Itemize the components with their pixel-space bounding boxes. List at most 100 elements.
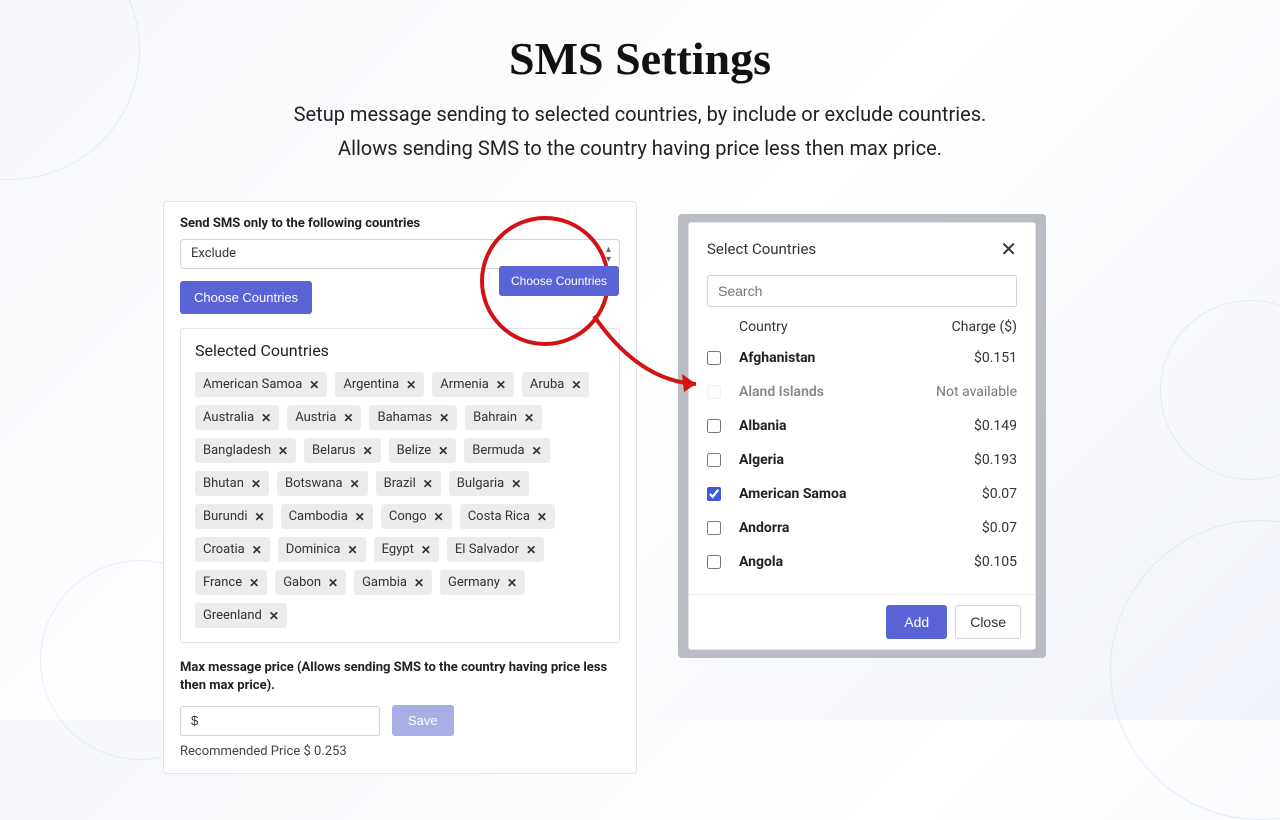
- remove-tag-icon[interactable]: ✕: [252, 543, 262, 557]
- country-checkbox[interactable]: [707, 521, 721, 535]
- country-tag: Egypt✕: [374, 537, 439, 562]
- country-checkbox[interactable]: [707, 453, 721, 467]
- country-name: Andorra: [739, 520, 982, 536]
- search-input[interactable]: [707, 275, 1017, 307]
- country-tag: Belize✕: [389, 438, 457, 463]
- country-tag: Gambia✕: [354, 570, 432, 595]
- country-tag: Bangladesh✕: [195, 438, 296, 463]
- country-tag: Aruba✕: [522, 372, 590, 397]
- add-button[interactable]: Add: [886, 605, 947, 639]
- country-row[interactable]: Algeria$0.193: [707, 443, 1017, 477]
- remove-tag-icon[interactable]: ✕: [571, 378, 581, 392]
- country-tag: Belarus✕: [304, 438, 381, 463]
- country-row[interactable]: Angola$0.105: [707, 545, 1017, 579]
- country-tag: Croatia✕: [195, 537, 270, 562]
- save-button[interactable]: Save: [392, 705, 454, 736]
- remove-tag-icon[interactable]: ✕: [278, 444, 288, 458]
- remove-tag-icon[interactable]: ✕: [526, 543, 536, 557]
- country-tag: Germany✕: [440, 570, 525, 595]
- remove-tag-icon[interactable]: ✕: [524, 411, 534, 425]
- remove-tag-icon[interactable]: ✕: [355, 510, 365, 524]
- selected-countries-tags: American Samoa✕Argentina✕Armenia✕Aruba✕A…: [195, 372, 605, 628]
- country-row[interactable]: American Samoa$0.07: [707, 477, 1017, 511]
- page-title: SMS Settings: [0, 0, 1280, 85]
- max-price-label: Max message price (Allows sending SMS to…: [180, 659, 620, 695]
- remove-tag-icon[interactable]: ✕: [350, 477, 360, 491]
- country-checkbox[interactable]: [707, 555, 721, 569]
- max-price-input[interactable]: [180, 706, 380, 736]
- col-charge: Charge ($): [952, 319, 1017, 335]
- country-tag: Armenia✕: [432, 372, 514, 397]
- country-row[interactable]: Albania$0.149: [707, 409, 1017, 443]
- remove-tag-icon[interactable]: ✕: [496, 378, 506, 392]
- remove-tag-icon[interactable]: ✕: [343, 411, 353, 425]
- remove-tag-icon[interactable]: ✕: [406, 378, 416, 392]
- country-name: Algeria: [739, 452, 974, 468]
- country-tag: Costa Rica✕: [460, 504, 555, 529]
- choose-countries-button-highlight[interactable]: Choose Countries: [499, 266, 619, 296]
- remove-tag-icon[interactable]: ✕: [537, 510, 547, 524]
- remove-tag-icon[interactable]: ✕: [423, 477, 433, 491]
- remove-tag-icon[interactable]: ✕: [249, 576, 259, 590]
- country-tag: Bahamas✕: [369, 405, 457, 430]
- remove-tag-icon[interactable]: ✕: [309, 378, 319, 392]
- recommended-price: Recommended Price $ 0.253: [180, 744, 620, 759]
- country-row[interactable]: Aland IslandsNot available: [707, 375, 1017, 409]
- country-tag: Austria✕: [287, 405, 361, 430]
- close-button[interactable]: Close: [955, 605, 1021, 639]
- country-tag: Bulgaria✕: [449, 471, 530, 496]
- selected-countries-box: Selected Countries American Samoa✕Argent…: [180, 328, 620, 643]
- country-tag: Congo✕: [381, 504, 452, 529]
- country-name: Albania: [739, 418, 974, 434]
- country-tag: Cambodia✕: [281, 504, 373, 529]
- country-tag: Botswana✕: [277, 471, 368, 496]
- modal-title: Select Countries: [707, 240, 816, 258]
- country-tag: France✕: [195, 570, 267, 595]
- select-countries-modal: Select Countries ✕ Country Charge ($) Af…: [688, 222, 1036, 650]
- country-tag: Australia✕: [195, 405, 279, 430]
- page-subhead-2: Allows sending SMS to the country having…: [0, 133, 1280, 163]
- country-row[interactable]: Andorra$0.07: [707, 511, 1017, 545]
- country-tag: Dominica✕: [278, 537, 366, 562]
- country-name: Angola: [739, 554, 974, 570]
- country-checkbox[interactable]: [707, 419, 721, 433]
- country-tag: Brazil✕: [376, 471, 441, 496]
- country-charge: $0.193: [974, 452, 1017, 468]
- remove-tag-icon[interactable]: ✕: [438, 444, 448, 458]
- country-charge: $0.07: [982, 520, 1017, 536]
- country-name: Afghanistan: [739, 350, 974, 366]
- country-tag: Greenland✕: [195, 603, 287, 628]
- col-country: Country: [739, 319, 788, 335]
- remove-tag-icon[interactable]: ✕: [507, 576, 517, 590]
- country-charge: $0.105: [974, 554, 1017, 570]
- country-checkbox[interactable]: [707, 487, 721, 501]
- country-charge: $0.151: [974, 350, 1017, 366]
- country-tag: American Samoa✕: [195, 372, 327, 397]
- country-charge: $0.149: [974, 418, 1017, 434]
- country-tag: Bermuda✕: [464, 438, 549, 463]
- country-tag: Bhutan✕: [195, 471, 269, 496]
- remove-tag-icon[interactable]: ✕: [255, 510, 265, 524]
- remove-tag-icon[interactable]: ✕: [434, 510, 444, 524]
- country-tag: Burundi✕: [195, 504, 273, 529]
- remove-tag-icon[interactable]: ✕: [269, 609, 279, 623]
- remove-tag-icon[interactable]: ✕: [511, 477, 521, 491]
- remove-tag-icon[interactable]: ✕: [251, 477, 261, 491]
- remove-tag-icon[interactable]: ✕: [532, 444, 542, 458]
- country-tag: Gabon✕: [275, 570, 346, 595]
- country-name: Aland Islands: [739, 384, 936, 400]
- country-list: Afghanistan$0.151Aland IslandsNot availa…: [707, 341, 1017, 579]
- remove-tag-icon[interactable]: ✕: [363, 444, 373, 458]
- remove-tag-icon[interactable]: ✕: [414, 576, 424, 590]
- remove-tag-icon[interactable]: ✕: [439, 411, 449, 425]
- arrow-icon: [584, 296, 714, 401]
- remove-tag-icon[interactable]: ✕: [261, 411, 271, 425]
- remove-tag-icon[interactable]: ✕: [348, 543, 358, 557]
- country-tag: El Salvador✕: [447, 537, 544, 562]
- country-row[interactable]: Afghanistan$0.151: [707, 341, 1017, 375]
- country-charge: $0.07: [982, 486, 1017, 502]
- remove-tag-icon[interactable]: ✕: [421, 543, 431, 557]
- close-icon[interactable]: ✕: [1000, 237, 1017, 261]
- choose-countries-button[interactable]: Choose Countries: [180, 281, 312, 314]
- remove-tag-icon[interactable]: ✕: [328, 576, 338, 590]
